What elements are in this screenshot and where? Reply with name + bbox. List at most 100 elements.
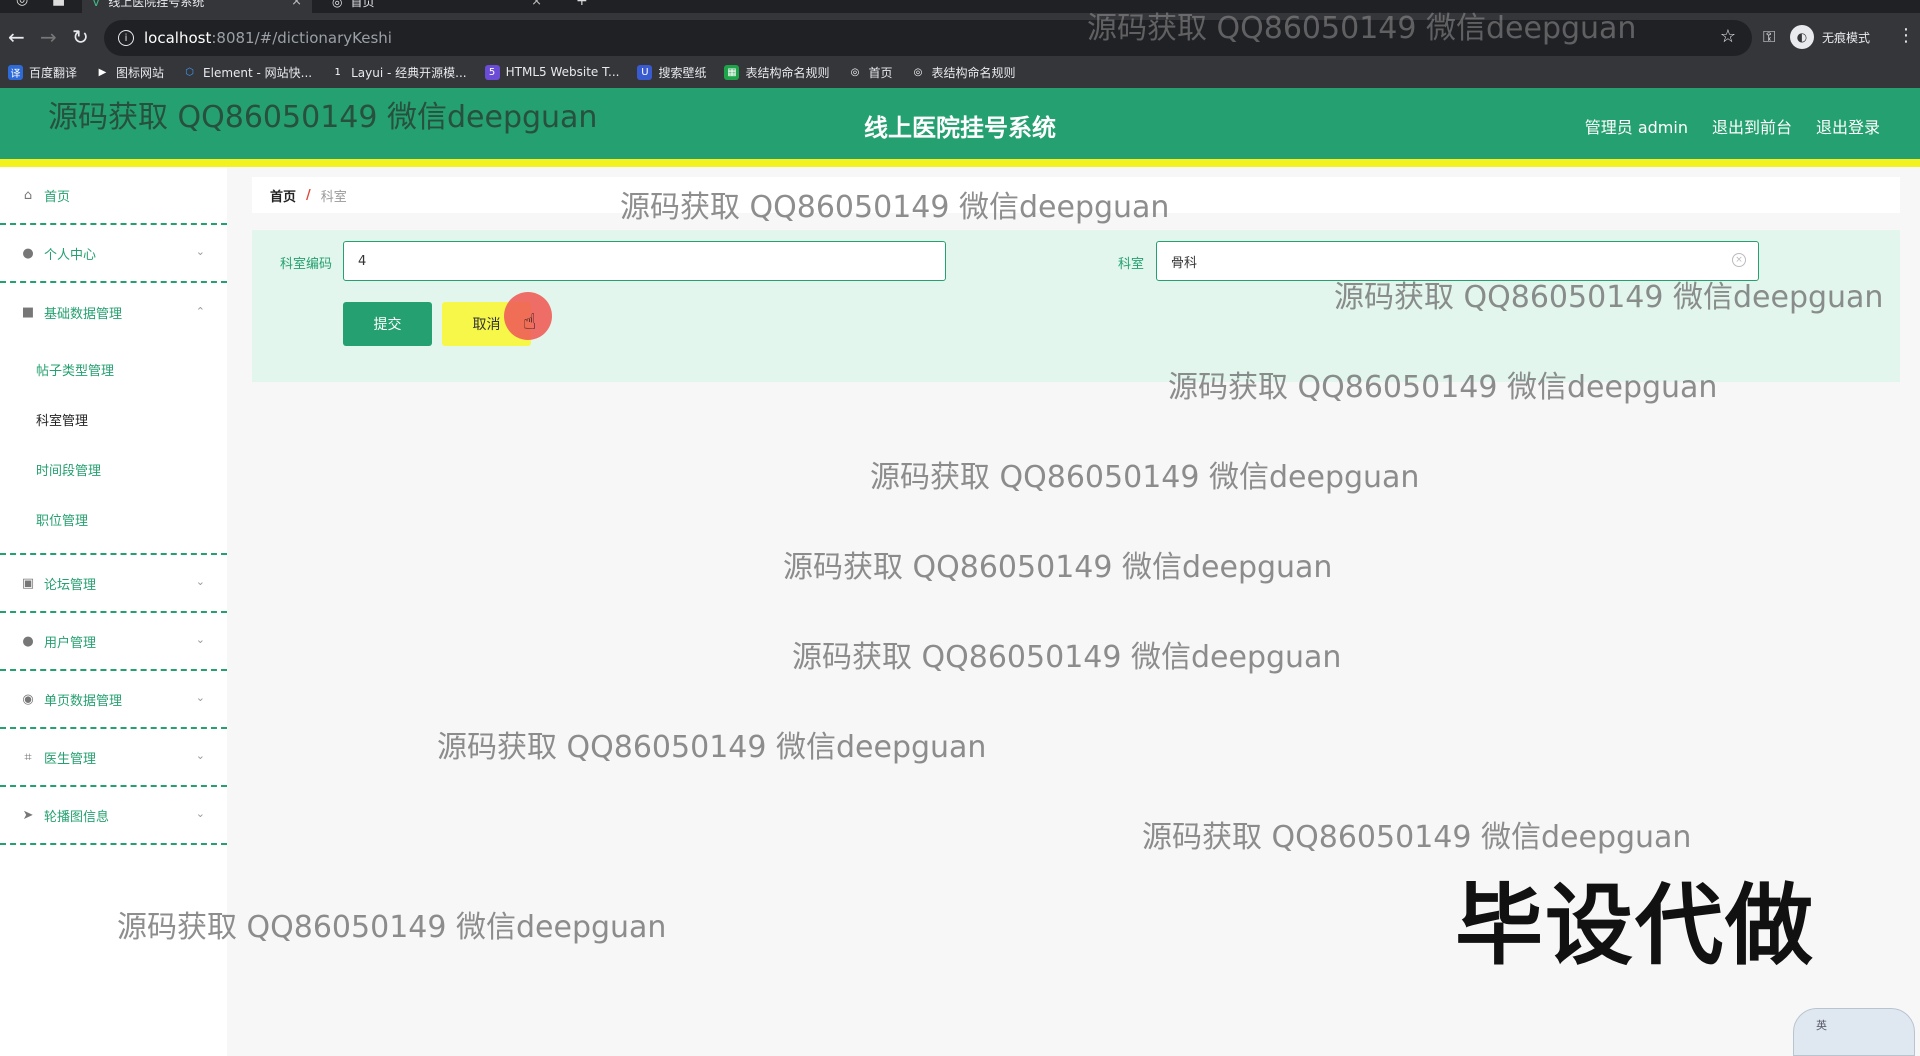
- flag-icon: ▶: [98, 66, 107, 78]
- tab-title: 线上医院挂号系统: [108, 0, 205, 9]
- bookmark-item[interactable]: ⬡ Element - 网站快...: [182, 64, 312, 81]
- clipboard-icon: ▣: [21, 575, 35, 591]
- sidebar-item-label: 基础数据管理: [44, 306, 123, 322]
- home-icon: ⌂: [23, 187, 33, 203]
- vue-icon: V: [92, 0, 101, 9]
- department-code-label: 科室编码: [279, 257, 332, 272]
- watermark: 源码获取 QQ86050149 微信deepguan: [1142, 820, 1692, 855]
- sidebar-subitem-time-slot[interactable]: 时间段管理: [0, 447, 227, 497]
- breadcrumb-separator: /: [306, 187, 311, 203]
- sidebar-item-users[interactable]: ● 用户管理 ⌄: [0, 613, 227, 671]
- layui-icon: 1: [334, 66, 341, 78]
- watermark: 源码获取 QQ86050149 微信deepguan: [437, 730, 987, 765]
- key-icon[interactable]: ⚿: [1763, 27, 1775, 47]
- sidebar-subitem-position[interactable]: 职位管理: [0, 497, 227, 547]
- tab-inactive[interactable]: ◎ 首页 ×: [322, 0, 552, 13]
- close-icon[interactable]: ×: [291, 0, 302, 9]
- chevron-down-icon: ⌄: [195, 633, 205, 646]
- watermark: 源码获取 QQ86050149 微信deepguan: [1168, 370, 1718, 405]
- chevron-down-icon: ⌄: [195, 575, 205, 588]
- chevron-up-icon: ⌃: [195, 305, 205, 318]
- bookmark-item[interactable]: ◎ 首页: [847, 64, 893, 81]
- tab-active[interactable]: V 线上医院挂号系统 ×: [82, 0, 312, 13]
- more-menu-icon[interactable]: ⋮: [1897, 25, 1915, 46]
- bookmark-label: HTML5 Website T...: [505, 65, 620, 79]
- sheet-icon: ▦: [724, 64, 740, 80]
- star-icon[interactable]: ☆: [1720, 26, 1736, 47]
- breadcrumb-current: 科室: [320, 189, 347, 205]
- bookmark-label: 表结构命名规则: [931, 65, 1016, 80]
- bookmark-item[interactable]: U 搜索壁纸: [637, 64, 706, 81]
- bookmark-item[interactable]: ▶ 图标网站: [95, 64, 164, 81]
- user-icon: ●: [22, 245, 34, 261]
- ime-indicator[interactable]: 英: [1793, 1008, 1915, 1056]
- breadcrumb-home[interactable]: 首页: [270, 186, 296, 205]
- department-code-input[interactable]: 4: [343, 241, 946, 281]
- sidebar-item-carousel[interactable]: ➤ 轮播图信息 ⌄: [0, 787, 227, 845]
- front-link[interactable]: 退出到前台: [1712, 114, 1792, 138]
- translate-icon: 译: [8, 64, 23, 80]
- close-icon[interactable]: ×: [531, 0, 542, 9]
- logout-link[interactable]: 退出登录: [1816, 114, 1880, 138]
- sidebar-subitem-department[interactable]: 科室管理: [0, 397, 227, 447]
- reload-icon[interactable]: ↻: [72, 25, 89, 49]
- department-code-value: 4: [358, 253, 367, 269]
- sidebar-item-label: 首页: [44, 189, 71, 205]
- globe-icon: ◎: [913, 66, 923, 78]
- new-tab-button[interactable]: +: [576, 0, 588, 9]
- forward-arrow-icon[interactable]: →: [40, 25, 57, 49]
- location-icon: ◉: [22, 691, 34, 707]
- submit-button[interactable]: 提交: [343, 302, 432, 346]
- element-icon: ⬡: [185, 66, 194, 78]
- watermark-big: 毕设代做: [1455, 874, 1816, 977]
- header-divider: [0, 159, 1920, 167]
- sidebar-item-label: 用户管理: [44, 635, 97, 651]
- sidebar-submenu: 帖子类型管理 科室管理 时间段管理 职位管理: [0, 341, 227, 555]
- bookmark-label: 首页: [868, 65, 893, 80]
- bookmark-item[interactable]: ◎ 表结构命名规则: [911, 64, 1016, 81]
- incognito-icon: ◐: [1790, 25, 1814, 49]
- globe-icon: ◎: [850, 66, 860, 78]
- bookmark-item[interactable]: 译百度翻译: [8, 64, 77, 81]
- clear-icon[interactable]: ×: [1732, 253, 1746, 267]
- incognito-label: 无痕模式: [1822, 30, 1871, 45]
- sidebar-item-home[interactable]: ⌂ 首页: [0, 167, 227, 225]
- send-icon: ➤: [22, 807, 34, 823]
- sidebar-item-label: 单页数据管理: [44, 693, 123, 709]
- watermark: 源码获取 QQ86050149 微信deepguan: [870, 460, 1420, 495]
- crop-icon: ⌗: [24, 749, 32, 765]
- bookmark-label: 图标网站: [116, 65, 165, 80]
- info-icon[interactable]: i: [118, 30, 134, 46]
- bookmark-item[interactable]: 1 Layui - 经典开源模...: [330, 64, 466, 81]
- bookmark-label: 表结构命名规则: [745, 65, 830, 80]
- back-arrow-icon[interactable]: ←: [8, 25, 25, 49]
- incognito-indicator[interactable]: ◐ 无痕模式: [1790, 25, 1870, 49]
- watermark: 源码获取 QQ86050149 微信deepguan: [792, 640, 1342, 675]
- sidebar-item-label: 个人中心: [44, 247, 97, 263]
- globe-icon: ◎: [332, 0, 343, 9]
- bookmark-label: Element - 网站快...: [203, 65, 313, 80]
- watermark: 源码获取 QQ86050149 微信deepguan: [48, 100, 598, 135]
- watermark: 源码获取 QQ86050149 微信deepguan: [620, 190, 1170, 225]
- admin-label: 管理员 admin: [1584, 118, 1688, 137]
- bookmark-label: Layui - 经典开源模...: [351, 65, 467, 80]
- chevron-down-icon: ⌄: [195, 691, 205, 704]
- sidebar-item-basic-data[interactable]: ■ 基础数据管理 ⌃: [0, 283, 227, 341]
- sidebar-item-forum[interactable]: ▣ 论坛管理 ⌄: [0, 555, 227, 613]
- department-name-value: 骨科: [1171, 255, 1198, 271]
- bookmark-label: 百度翻译: [29, 65, 78, 80]
- sidebar-item-label: 医生管理: [44, 751, 97, 767]
- bookmark-item[interactable]: 5 HTML5 Website T...: [484, 64, 620, 80]
- sidebar-item-single-page[interactable]: ◉ 单页数据管理 ⌄: [0, 671, 227, 729]
- tab-title: 首页: [350, 0, 375, 9]
- tab-menu-icon[interactable]: ■: [52, 0, 65, 8]
- sidebar-subitem-post-type[interactable]: 帖子类型管理: [0, 347, 227, 397]
- bookmark-item[interactable]: ▦ 表结构命名规则: [724, 64, 829, 81]
- sidebar-item-profile[interactable]: ● 个人中心 ⌄: [0, 225, 227, 283]
- hand-cursor-icon: ☝: [523, 310, 537, 335]
- header-links: 管理员 admin 退出到前台 退出登录: [1585, 114, 1880, 138]
- sidebar-item-doctors[interactable]: ⌗ 医生管理 ⌄: [0, 729, 227, 787]
- browser-icon: ◎: [16, 0, 29, 8]
- chevron-down-icon: ⌄: [195, 245, 205, 258]
- watermark: 源码获取 QQ86050149 微信deepguan: [1334, 280, 1884, 315]
